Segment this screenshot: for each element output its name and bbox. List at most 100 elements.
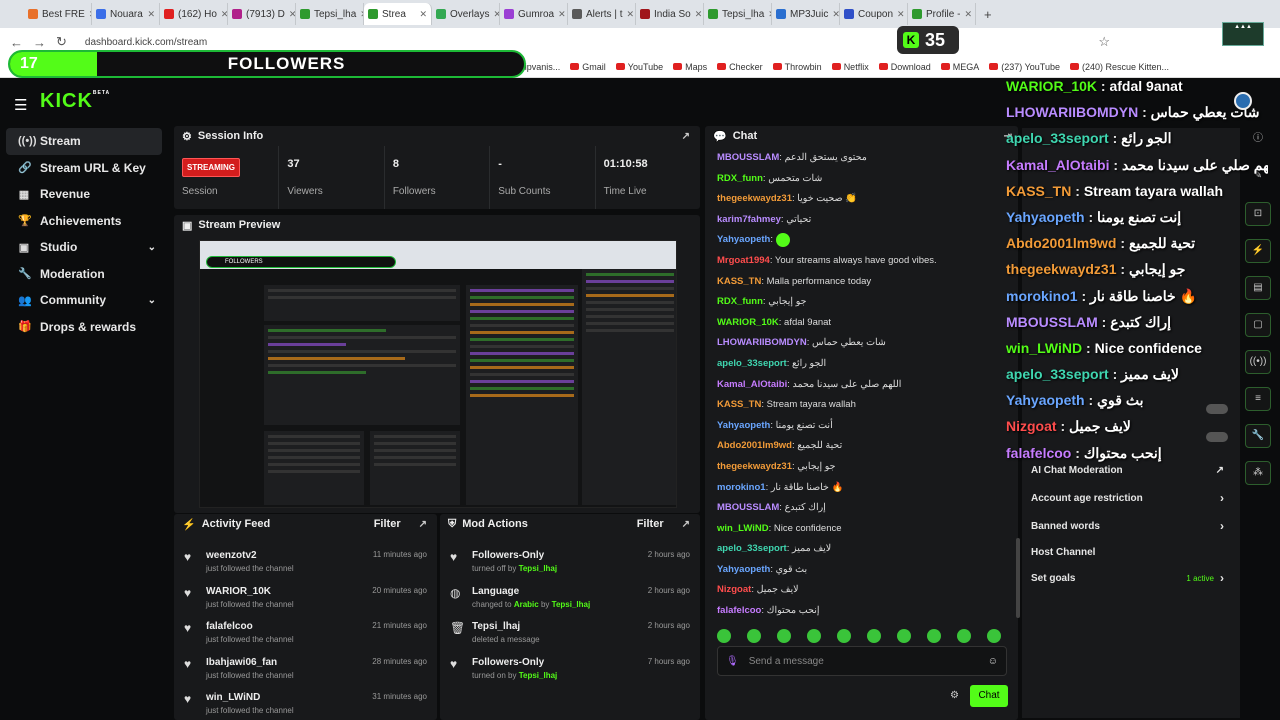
sidebar-item-revenue[interactable]: ▦ Revenue	[6, 181, 162, 208]
chat-username[interactable]: MBOUSSLAM	[717, 152, 779, 163]
mod-filter-button[interactable]: Filter	[637, 518, 664, 530]
popout-icon[interactable]: ↗	[419, 519, 427, 530]
microphone-icon[interactable]: 🎙	[726, 656, 739, 667]
popout-icon[interactable]: ↗	[682, 519, 690, 530]
sidebar-item-studio[interactable]: ▣ Studio ⌄	[6, 234, 162, 261]
bookmark-item[interactable]: (240) Rescue Kitten...	[1069, 62, 1169, 72]
chevron-down-icon[interactable]: ⌄	[148, 242, 156, 253]
scrollbar[interactable]	[1016, 538, 1020, 618]
gear-icon[interactable]: ⚙	[950, 690, 959, 701]
chat-username[interactable]: Yahyaopeth	[717, 420, 770, 431]
browser-tab[interactable]: Profile - ✕	[908, 3, 976, 25]
chat-username[interactable]: thegeekwaydz31	[717, 193, 792, 204]
bookmark-item[interactable]: Netflix	[831, 62, 869, 72]
browser-tab[interactable]: Coupon ✕	[840, 3, 908, 25]
chat-username[interactable]: Yahyaopeth	[717, 564, 770, 575]
close-tab-icon[interactable]: ✕	[897, 9, 905, 20]
bookmark-item[interactable]: Throwbin	[772, 62, 822, 72]
mod-action-highlight[interactable]: Tepsi_lhaj	[519, 671, 558, 680]
list-item[interactable]: ♥ Ibahjawi06_fan just followed the channel…	[174, 649, 437, 685]
browser-tab[interactable]: Alerts | t ✕	[568, 3, 636, 25]
activity-user[interactable]: falafelcoo	[206, 621, 372, 632]
chat-username[interactable]: apelo_33seport	[717, 543, 787, 554]
emote-icon[interactable]	[957, 629, 971, 643]
browser-tab[interactable]: (7913) D ✕	[228, 3, 296, 25]
close-tab-icon[interactable]: ✕	[147, 9, 155, 20]
close-tab-icon[interactable]: ✕	[221, 9, 227, 20]
chat-username[interactable]: thegeekwaydz31	[717, 461, 792, 472]
list-item[interactable]: ♥ weenzotv2 just followed the channel 11 mi…	[174, 542, 437, 578]
browser-tab[interactable]: MP3Juic ✕	[772, 3, 840, 25]
emote-icon[interactable]	[897, 629, 911, 643]
mod-action-highlight[interactable]: Tepsi_lhaj	[552, 600, 591, 609]
settings-row-set-goals[interactable]: Set goals 1 active ›	[1031, 566, 1224, 590]
popout-icon[interactable]: ↗	[682, 131, 690, 142]
settings-row-banned-words[interactable]: Banned words ›	[1031, 514, 1224, 538]
kick-logo[interactable]: KICKBETA	[40, 90, 110, 113]
browser-tab[interactable]: Gumroa ✕	[500, 3, 568, 25]
close-tab-icon[interactable]: ✕	[627, 9, 635, 20]
close-tab-icon[interactable]: ✕	[419, 9, 427, 20]
chat-username[interactable]: falafelcoo	[717, 605, 761, 616]
list-item[interactable]: ◍ Language changed to Arabic by Tepsi_lhaj…	[440, 578, 700, 614]
browser-tab[interactable]: Tepsi_lha✕	[296, 3, 364, 25]
chat-username[interactable]: Mrgoat1994	[717, 255, 770, 266]
bookmark-item[interactable]: Download	[878, 62, 931, 72]
chat-username[interactable]: KASS_TN	[717, 399, 761, 410]
mod-action-highlight[interactable]: Tepsi_lhaj	[519, 564, 558, 573]
emoji-icon[interactable]: ☺	[988, 656, 998, 667]
emote-icon[interactable]	[927, 629, 941, 643]
new-tab-button[interactable]: +	[984, 7, 992, 22]
reload-icon[interactable]: ↻	[56, 34, 67, 50]
chat-username[interactable]: morokino1	[717, 482, 766, 493]
menu-icon[interactable]: ☰	[14, 96, 27, 114]
emote-icon[interactable]	[777, 629, 791, 643]
chat-username[interactable]: Abdo2001lm9wd	[717, 440, 792, 451]
chat-username[interactable]: WARIOR_10K	[717, 317, 779, 328]
activity-user[interactable]: weenzotv2	[206, 550, 373, 561]
list-item[interactable]: ♥ Followers-Only turned on by Tepsi_lhaj 7 …	[440, 649, 700, 685]
emote-icon[interactable]	[807, 629, 821, 643]
close-tab-icon[interactable]: ✕	[289, 9, 295, 20]
chat-username[interactable]: RDX_funn	[717, 296, 763, 307]
back-icon[interactable]: ←	[10, 35, 23, 50]
close-tab-icon[interactable]: ✕	[558, 9, 566, 20]
emote-icon[interactable]	[837, 629, 851, 643]
chat-username[interactable]: LHOWARIIBOMDYN	[717, 337, 807, 348]
activity-user[interactable]: Ibahjawi06_fan	[206, 657, 372, 668]
bookmark-item[interactable]: MEGA	[940, 62, 979, 72]
close-tab-icon[interactable]: ✕	[832, 9, 839, 20]
chat-username[interactable]: RDX_funn	[717, 173, 763, 184]
chat-username[interactable]: win_LWiND	[717, 523, 769, 534]
bookmark-item[interactable]: Gmail	[570, 62, 606, 72]
url-field[interactable]: dashboard.kick.com/stream	[85, 37, 885, 48]
close-tab-icon[interactable]: ✕	[695, 9, 703, 20]
settings-row-host-channel[interactable]: Host Channel	[1031, 540, 1224, 564]
activity-filter-button[interactable]: Filter	[374, 518, 401, 530]
list-item[interactable]: ♥ WARIOR_10K just followed the channel 20 m…	[174, 578, 437, 614]
activity-user[interactable]: win_LWiND	[206, 692, 372, 703]
emote-icon[interactable]	[747, 629, 761, 643]
forward-icon[interactable]: →	[33, 35, 46, 50]
bookmark-item[interactable]: (237) YouTube	[989, 62, 1060, 72]
bookmark-star-icon[interactable]: ☆	[1098, 34, 1110, 50]
list-item[interactable]: ♥ falafelcoo just followed the channel 21 m…	[174, 613, 437, 649]
list-item[interactable]: ♥ Followers-Only turned off by Tepsi_lhaj 2…	[440, 542, 700, 578]
browser-tab[interactable]: (162) Ho ✕	[160, 3, 228, 25]
sidebar-item-achievements[interactable]: 🏆 Achievements	[6, 208, 162, 235]
list-item[interactable]: 🗑 Tepsi_lhaj deleted a message 2 hours ago	[440, 613, 700, 649]
stream-preview-video[interactable]: FOLLOWERS	[199, 240, 677, 508]
activity-user[interactable]: WARIOR_10K	[206, 586, 372, 597]
emote-icon[interactable]	[717, 629, 731, 643]
sidebar-item-stream-url-key[interactable]: 🔗 Stream URL & Key	[6, 155, 162, 182]
chat-username[interactable]: Nizgoat	[717, 584, 751, 595]
sidebar-item-stream[interactable]: ((•)) Stream	[6, 128, 162, 155]
browser-tab[interactable]: Tepsi_lha✕	[704, 3, 772, 25]
mod-action-highlight[interactable]: Arabic	[514, 600, 539, 609]
sidebar-item-moderation[interactable]: 🔧 Moderation	[6, 261, 162, 288]
chat-username[interactable]: karim7fahmey	[717, 214, 781, 225]
sidebar-item-community[interactable]: 👥 Community ⌄	[6, 287, 162, 314]
close-tab-icon[interactable]: ✕	[964, 9, 972, 20]
chat-username[interactable]: KASS_TN	[717, 276, 761, 287]
chat-input[interactable]: 🎙 Send a message ☺	[717, 646, 1007, 676]
